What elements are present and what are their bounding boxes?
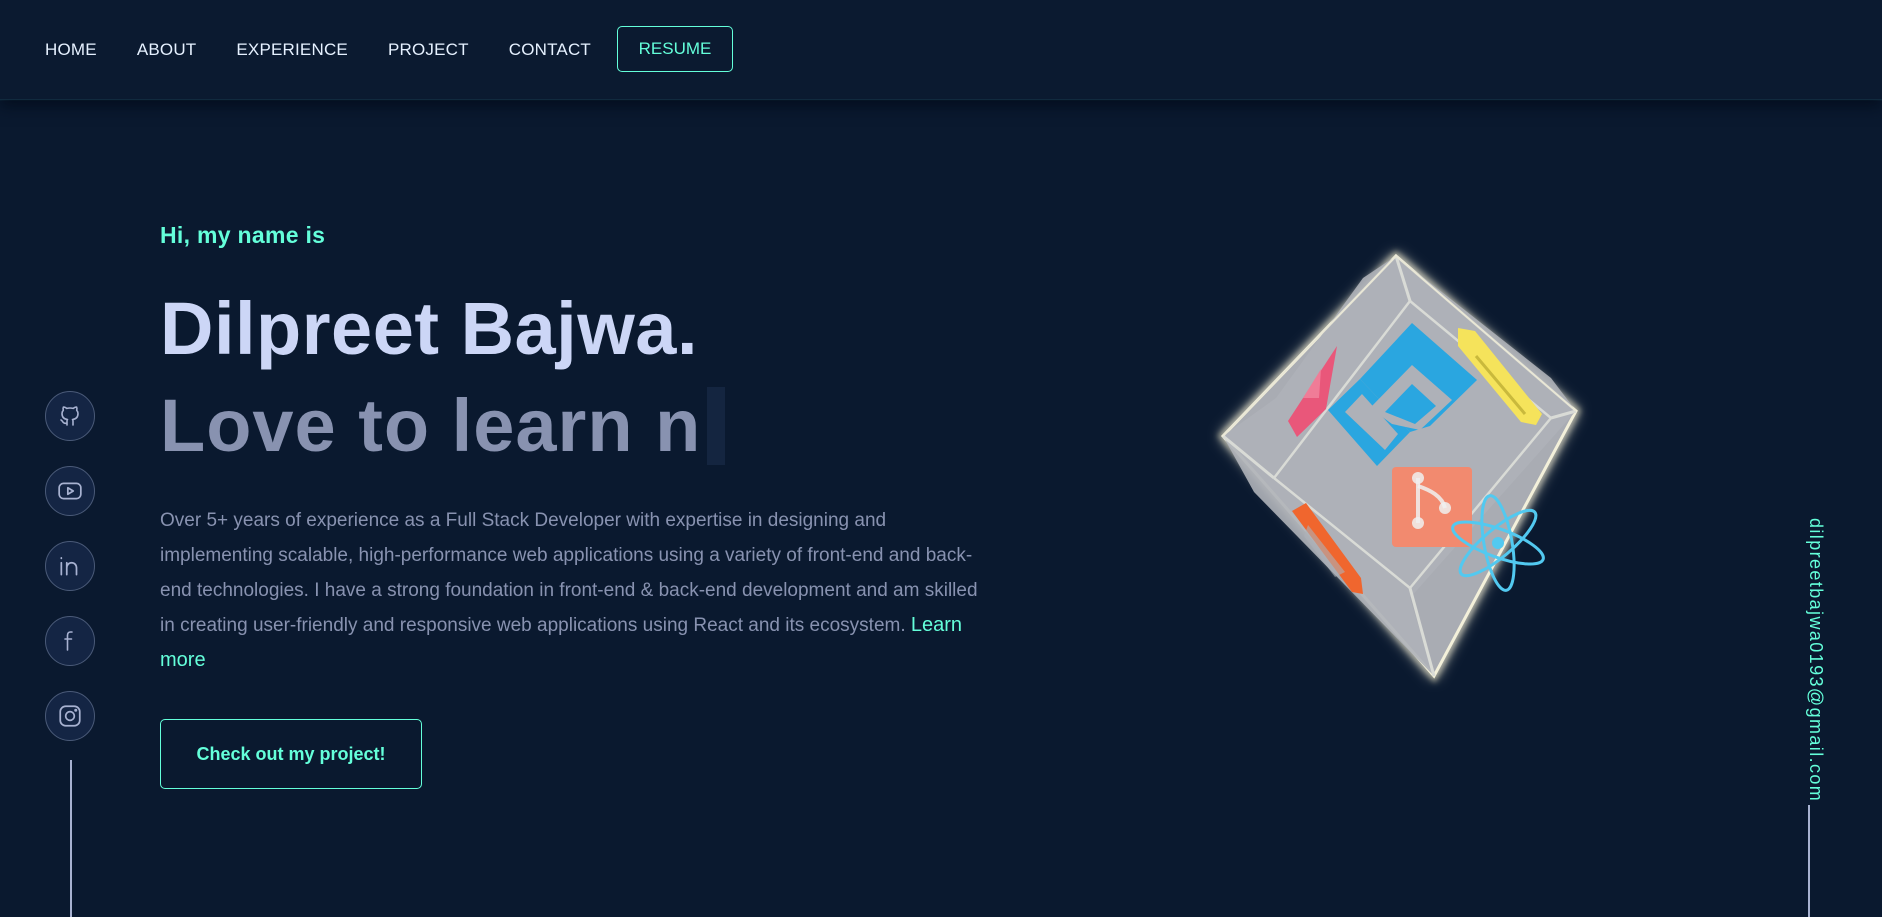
hero-typing-tagline: Love to learn n (160, 384, 702, 467)
social-sidebar-line (70, 760, 72, 917)
youtube-icon (58, 482, 82, 500)
nav-experience-link[interactable]: EXPERIENCE (236, 40, 348, 60)
hero-bio: Over 5+ years of experience as a Full St… (160, 503, 980, 678)
typing-cursor (707, 387, 726, 465)
github-icon (60, 406, 79, 426)
email-sidebar-line (1808, 805, 1810, 917)
instagram-icon (59, 705, 81, 727)
facebook-icon (64, 631, 73, 651)
linkedin-link[interactable] (45, 541, 95, 591)
youtube-link[interactable] (45, 466, 95, 516)
resume-button[interactable]: RESUME (617, 26, 733, 72)
email-sidebar: dilpreetbajwa0193@gmail.com (1790, 518, 1826, 808)
facebook-link[interactable] (45, 616, 95, 666)
hero-bio-text: Over 5+ years of experience as a Full St… (160, 510, 978, 636)
check-out-project-button[interactable]: Check out my project! (160, 719, 422, 789)
nav-project-link[interactable]: PROJECT (388, 40, 469, 60)
linkedin-icon (60, 557, 78, 576)
nav-home-link[interactable]: HOME (45, 40, 97, 60)
portfolio-page: HOME ABOUT EXPERIENCE PROJECT CONTACT RE… (0, 0, 1882, 917)
cube-outline (1217, 250, 1582, 683)
tech-cube-illustration (1217, 250, 1582, 683)
instagram-link[interactable] (45, 691, 95, 741)
hero-greeting: Hi, my name is (160, 222, 326, 248)
git-icon (1392, 467, 1472, 547)
email-link[interactable]: dilpreetbajwa0193@gmail.com (1805, 518, 1826, 802)
top-navbar: HOME ABOUT EXPERIENCE PROJECT CONTACT RE… (0, 0, 1882, 100)
hero-name: Dilpreet Bajwa. (160, 287, 699, 370)
hero-tagline-row: Love to learn n (160, 383, 726, 469)
nav-links: HOME ABOUT EXPERIENCE PROJECT CONTACT (45, 0, 631, 100)
github-link[interactable] (45, 391, 95, 441)
social-sidebar (45, 391, 97, 766)
nav-about-link[interactable]: ABOUT (137, 40, 197, 60)
nav-contact-link[interactable]: CONTACT (509, 40, 591, 60)
